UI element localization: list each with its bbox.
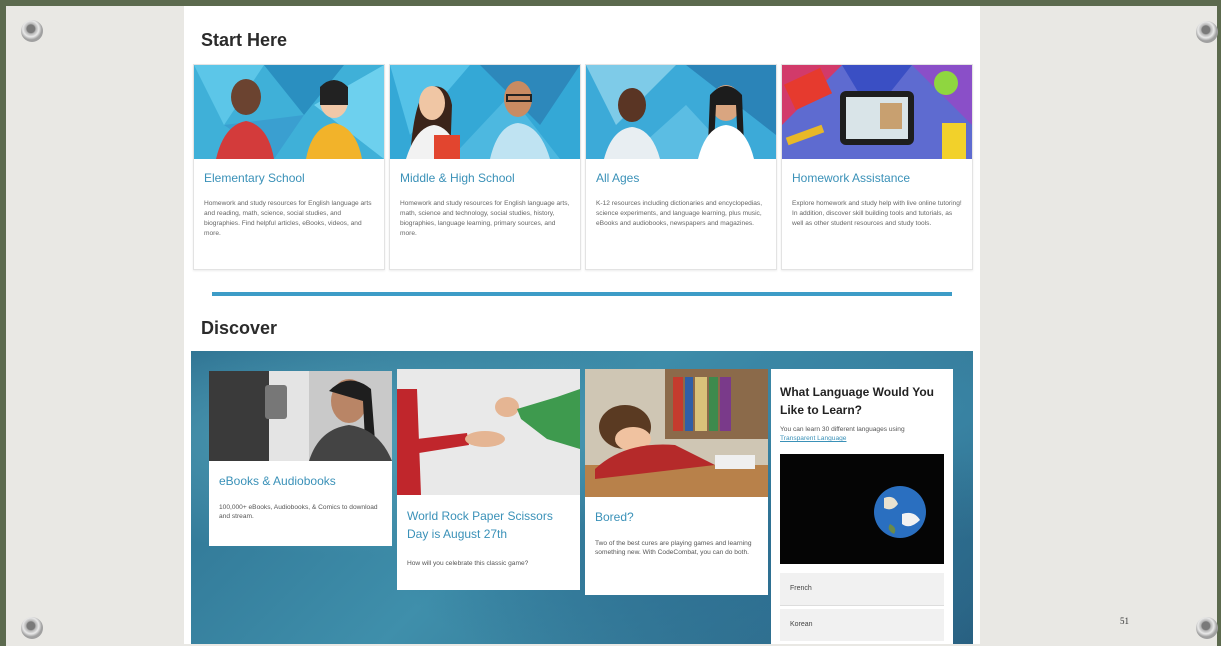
card-description: Homework and study resources for English… bbox=[204, 200, 372, 237]
page-number: 51 bbox=[1120, 616, 1129, 626]
card-title[interactable]: Bored? bbox=[595, 510, 634, 524]
card-middle-high-school[interactable]: Middle & High School Homework and study … bbox=[389, 64, 581, 270]
discover-card-bored[interactable]: Bored? Two of the best cures are playing… bbox=[585, 369, 768, 595]
language-description-text: You can learn 30 different languages usi… bbox=[780, 426, 905, 433]
card-title[interactable]: eBooks & Audiobooks bbox=[219, 474, 336, 488]
card-image bbox=[782, 65, 972, 159]
card-elementary-school[interactable]: Elementary School Homework and study res… bbox=[193, 64, 385, 270]
card-description: Two of the best cures are playing games … bbox=[595, 540, 752, 556]
card-title[interactable]: Middle & High School bbox=[400, 171, 515, 185]
card-title[interactable]: All Ages bbox=[596, 171, 639, 185]
language-option-label: Korean bbox=[790, 621, 813, 628]
discover-panel: eBooks & Audiobooks 100,000+ eBooks, Aud… bbox=[191, 351, 973, 644]
card-image bbox=[209, 371, 392, 461]
pin-icon bbox=[1196, 21, 1218, 43]
card-description: 100,000+ eBooks, Audiobooks, & Comics to… bbox=[219, 504, 378, 520]
card-image bbox=[397, 369, 580, 495]
card-all-ages[interactable]: All Ages K-12 resources including dictio… bbox=[585, 64, 777, 270]
card-image bbox=[390, 65, 580, 159]
transparent-language-link[interactable]: Transparent Language bbox=[780, 435, 846, 442]
pin-icon bbox=[21, 20, 43, 42]
discover-heading: Discover bbox=[201, 318, 278, 338]
card-image bbox=[194, 65, 384, 159]
discover-card-ebooks[interactable]: eBooks & Audiobooks 100,000+ eBooks, Aud… bbox=[209, 371, 392, 546]
card-description: Explore homework and study help with liv… bbox=[792, 200, 962, 227]
pin-icon bbox=[21, 617, 43, 639]
section-divider bbox=[212, 292, 952, 296]
language-panel: What Language Would You Like to Learn? Y… bbox=[771, 369, 953, 644]
language-title: What Language Would You Like to Learn? bbox=[780, 385, 934, 417]
language-option[interactable]: French bbox=[780, 573, 944, 606]
card-image bbox=[586, 65, 776, 159]
webpage-screenshot: Start Here Elementary School Homework an… bbox=[184, 6, 980, 644]
card-image bbox=[585, 369, 768, 497]
start-here-heading: Start Here bbox=[201, 30, 288, 50]
language-option-label: French bbox=[790, 585, 812, 592]
card-homework-assistance[interactable]: Homework Assistance Explore homework and… bbox=[781, 64, 973, 270]
card-title[interactable]: World Rock Paper Scissors Day is August … bbox=[407, 507, 572, 543]
earth-image bbox=[780, 454, 944, 564]
discover-card-rock-paper-scissors[interactable]: World Rock Paper Scissors Day is August … bbox=[397, 369, 580, 590]
card-title[interactable]: Homework Assistance bbox=[792, 171, 910, 185]
card-description: How will you celebrate this classic game… bbox=[407, 560, 529, 567]
language-description: You can learn 30 different languages usi… bbox=[780, 425, 940, 443]
pin-icon bbox=[1196, 617, 1218, 639]
card-description: K-12 resources including dictionaries an… bbox=[596, 200, 763, 227]
card-description: Homework and study resources for English… bbox=[400, 200, 570, 237]
card-title[interactable]: Elementary School bbox=[204, 171, 305, 185]
language-option[interactable]: Korean bbox=[780, 609, 944, 641]
